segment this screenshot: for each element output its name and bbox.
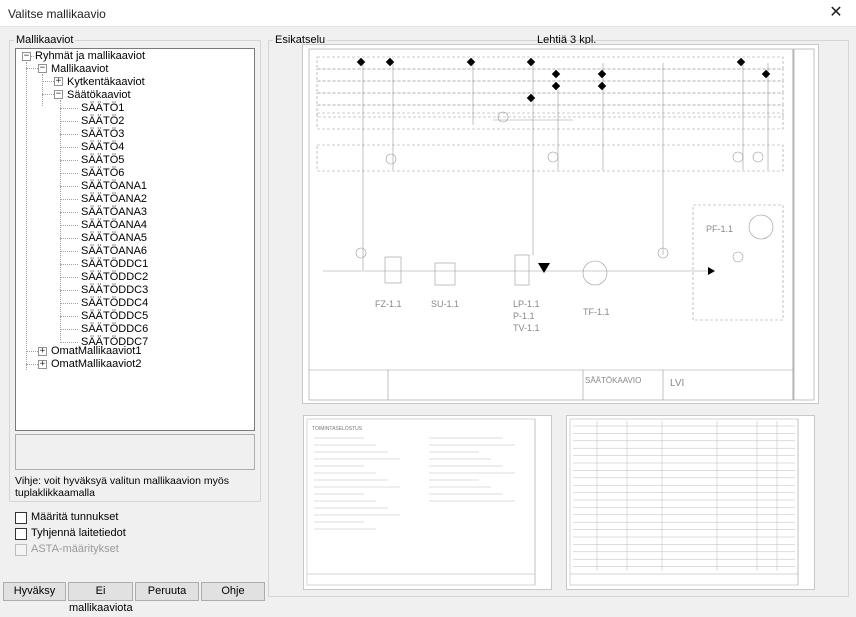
tree-node-kytkentakaaviot[interactable]: Kytkentäkaaviot [67,76,145,89]
tree-node-template[interactable]: SÄÄTÖDDC2 [81,271,148,284]
device-label: TV-1.1 [513,323,540,333]
preview-sheet-3 [566,415,815,590]
lvi-label: LVI [670,378,684,389]
no-template-button[interactable]: Ei mallikaaviota [68,582,133,614]
checkbox-box[interactable] [15,527,27,540]
tree-node-saatokaaviot[interactable]: Säätökaaviot [67,89,131,102]
tree-node-template[interactable]: SÄÄTÖDDC1 [81,258,148,271]
device-label: FZ-1.1 [375,299,402,309]
asta-maaritykset-checkbox: ASTA-määritykset [15,543,119,557]
title-bar: Valitse mallikaavio ✕ [0,0,856,27]
expander-root[interactable]: − [22,52,31,61]
control-diagram: FZ-1.1 SU-1.1 LP-1.1 P-1.1 TV-1.1 TF-1.1 PF-1.… [308,48,815,401]
sheet-3-drawing [569,418,799,586]
tree-node-template[interactable]: SÄÄTÖANA6 [81,245,147,258]
help-button[interactable]: Ohje [201,582,265,601]
maarita-tunnukset-checkbox[interactable]: Määritä tunnukset [15,511,118,525]
device-label: SU-1.1 [431,299,459,309]
checkbox-box[interactable] [15,511,27,524]
tree-node-template[interactable]: SÄÄTÖ2 [81,115,124,128]
tree-node-template[interactable]: SÄÄTÖ1 [81,102,124,115]
expander-oma1[interactable]: + [38,347,47,356]
tree-node-omat-mallikaaviot-1[interactable]: OmatMallikaaviot1 [51,345,141,358]
tree-node-template[interactable]: SÄÄTÖ5 [81,154,124,167]
cancel-button[interactable]: Peruuta [135,582,199,601]
tree-node-template[interactable]: SÄÄTÖANA1 [81,180,147,193]
tyhjenna-laitetiedot-checkbox[interactable]: Tyhjennä laitetiedot [15,527,126,541]
sheet-2-heading: TOIMINTASELOSTUS [312,426,363,432]
tree-node-template[interactable]: SÄÄTÖ3 [81,128,124,141]
tree-node-mallikaaviot[interactable]: Mallikaaviot [51,63,108,76]
tree-node-template[interactable]: SÄÄTÖDDC5 [81,310,148,323]
expander-mallikaaviot[interactable]: − [38,64,47,73]
preview-sheet-2: TOIMINTASELOSTUS [303,415,552,590]
sheet-2-drawing: TOIMINTASELOSTUS [306,418,536,586]
tree-node-template[interactable]: SÄÄTÖANA5 [81,232,147,245]
preview-sheet-1: FZ-1.1 SU-1.1 LP-1.1 P-1.1 TV-1.1 TF-1.1 PF-1.… [302,44,819,404]
close-icon[interactable]: ✕ [816,0,856,26]
device-label: TF-1.1 [583,307,610,317]
window-title: Valitse mallikaavio [8,7,106,21]
tree-node-template[interactable]: SÄÄTÖDDC3 [81,284,148,297]
hint-text: Vihje: voit hyväksyä valitun mallikaavio… [15,475,229,499]
checkbox-box [15,543,27,556]
description-box [15,434,255,470]
accept-button[interactable]: Hyväksy [3,582,66,601]
template-tree[interactable]: − − + − + + Ryhmät ja mallikaaviot Malli… [15,48,255,431]
templates-group-label: Mallikaaviot [14,34,76,46]
expander-saatokaaviot[interactable]: − [54,90,63,99]
tree-node-template[interactable]: SÄÄTÖDDC4 [81,297,148,310]
device-label: LP-1.1 [513,299,540,309]
tree-node-template[interactable]: SÄÄTÖANA3 [81,206,147,219]
tree-node-omat-mallikaaviot-2[interactable]: OmatMallikaaviot2 [51,358,141,371]
device-label: P-1.1 [513,311,535,321]
expander-kytkentakaaviot[interactable]: + [54,77,63,86]
tree-node-template[interactable]: SÄÄTÖANA4 [81,219,147,232]
asta-maaritykset-label: ASTA-määritykset [31,543,119,555]
tree-node-template[interactable]: SÄÄTÖDDC6 [81,323,148,336]
title-block-label: SÄÄTÖKAAVIO [585,376,641,385]
tree-node-template[interactable]: SÄÄTÖANA2 [81,193,147,206]
tree-node-template[interactable]: SÄÄTÖ4 [81,141,124,154]
maarita-tunnukset-label: Määritä tunnukset [31,511,119,523]
tree-node-root[interactable]: Ryhmät ja mallikaaviot [35,50,145,63]
device-label: PF-1.1 [706,224,733,234]
tyhjenna-laitetiedot-label: Tyhjennä laitetiedot [31,527,126,539]
expander-oma2[interactable]: + [38,360,47,369]
tree-node-template[interactable]: SÄÄTÖ6 [81,167,124,180]
